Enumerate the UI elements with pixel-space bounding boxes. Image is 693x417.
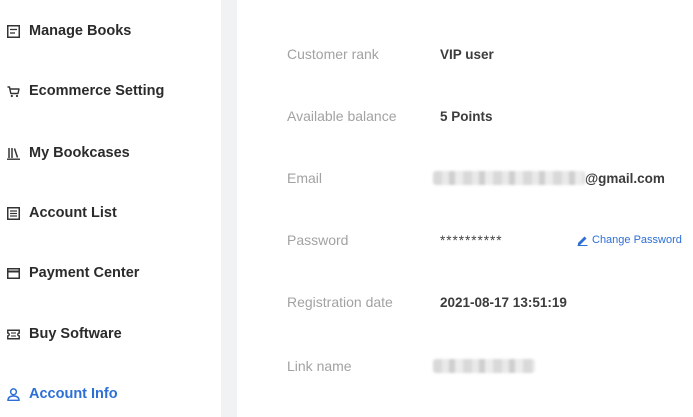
edit-icon [577, 236, 588, 246]
bookcase-icon [7, 147, 20, 160]
available-balance-value: 5 Points [440, 108, 493, 124]
registration-date-label: Registration date [287, 294, 393, 310]
change-password-label: Change Password [592, 234, 682, 246]
sidebar-item-manage-books[interactable]: Manage Books [7, 20, 131, 42]
sidebar-item-buy-software[interactable]: Buy Software [7, 323, 122, 345]
ticket-icon [7, 328, 20, 341]
sidebar-item-ecommerce-setting[interactable]: Ecommerce Setting [7, 80, 164, 102]
password-label: Password [287, 232, 349, 248]
sidebar-item-account-list[interactable]: Account List [7, 202, 117, 224]
password-value: ********** [440, 232, 503, 248]
redacted-email-local-part [433, 171, 585, 185]
book-list-icon [7, 24, 20, 38]
available-balance-label: Available balance [287, 108, 397, 124]
sidebar-item-label: Account Info [29, 386, 118, 402]
redacted-link-name [433, 359, 535, 373]
sidebar-divider [221, 0, 237, 417]
link-name-label: Link name [287, 358, 352, 374]
sidebar-item-label: My Bookcases [29, 145, 130, 161]
email-label: Email [287, 170, 323, 186]
customer-rank-label: Customer rank [287, 46, 379, 62]
sidebar-item-label: Buy Software [29, 326, 122, 342]
sidebar-item-label: Payment Center [29, 265, 140, 281]
sidebar-item-label: Manage Books [29, 23, 132, 39]
user-icon [7, 387, 20, 401]
customer-rank-value: VIP user [440, 46, 494, 62]
cart-icon [7, 85, 20, 98]
sidebar-item-label: Ecommerce Setting [29, 83, 165, 99]
sidebar-item-label: Account List [29, 205, 117, 221]
sidebar-item-my-bookcases[interactable]: My Bookcases [7, 142, 130, 164]
card-icon [7, 267, 20, 280]
link-name-value [433, 359, 535, 373]
sidebar-item-payment-center[interactable]: Payment Center [7, 262, 139, 284]
sidebar-nav: Manage Books Ecommerce Setting My Bookca… [0, 0, 221, 417]
email-value: @gmail.com [433, 171, 665, 186]
sidebar-item-account-info[interactable]: Account Info [7, 383, 118, 405]
email-domain: @gmail.com [585, 170, 665, 186]
registration-date-value: 2021-08-17 13:51:19 [440, 294, 567, 310]
change-password-link[interactable]: Change Password [577, 234, 682, 246]
list-icon [7, 206, 20, 220]
